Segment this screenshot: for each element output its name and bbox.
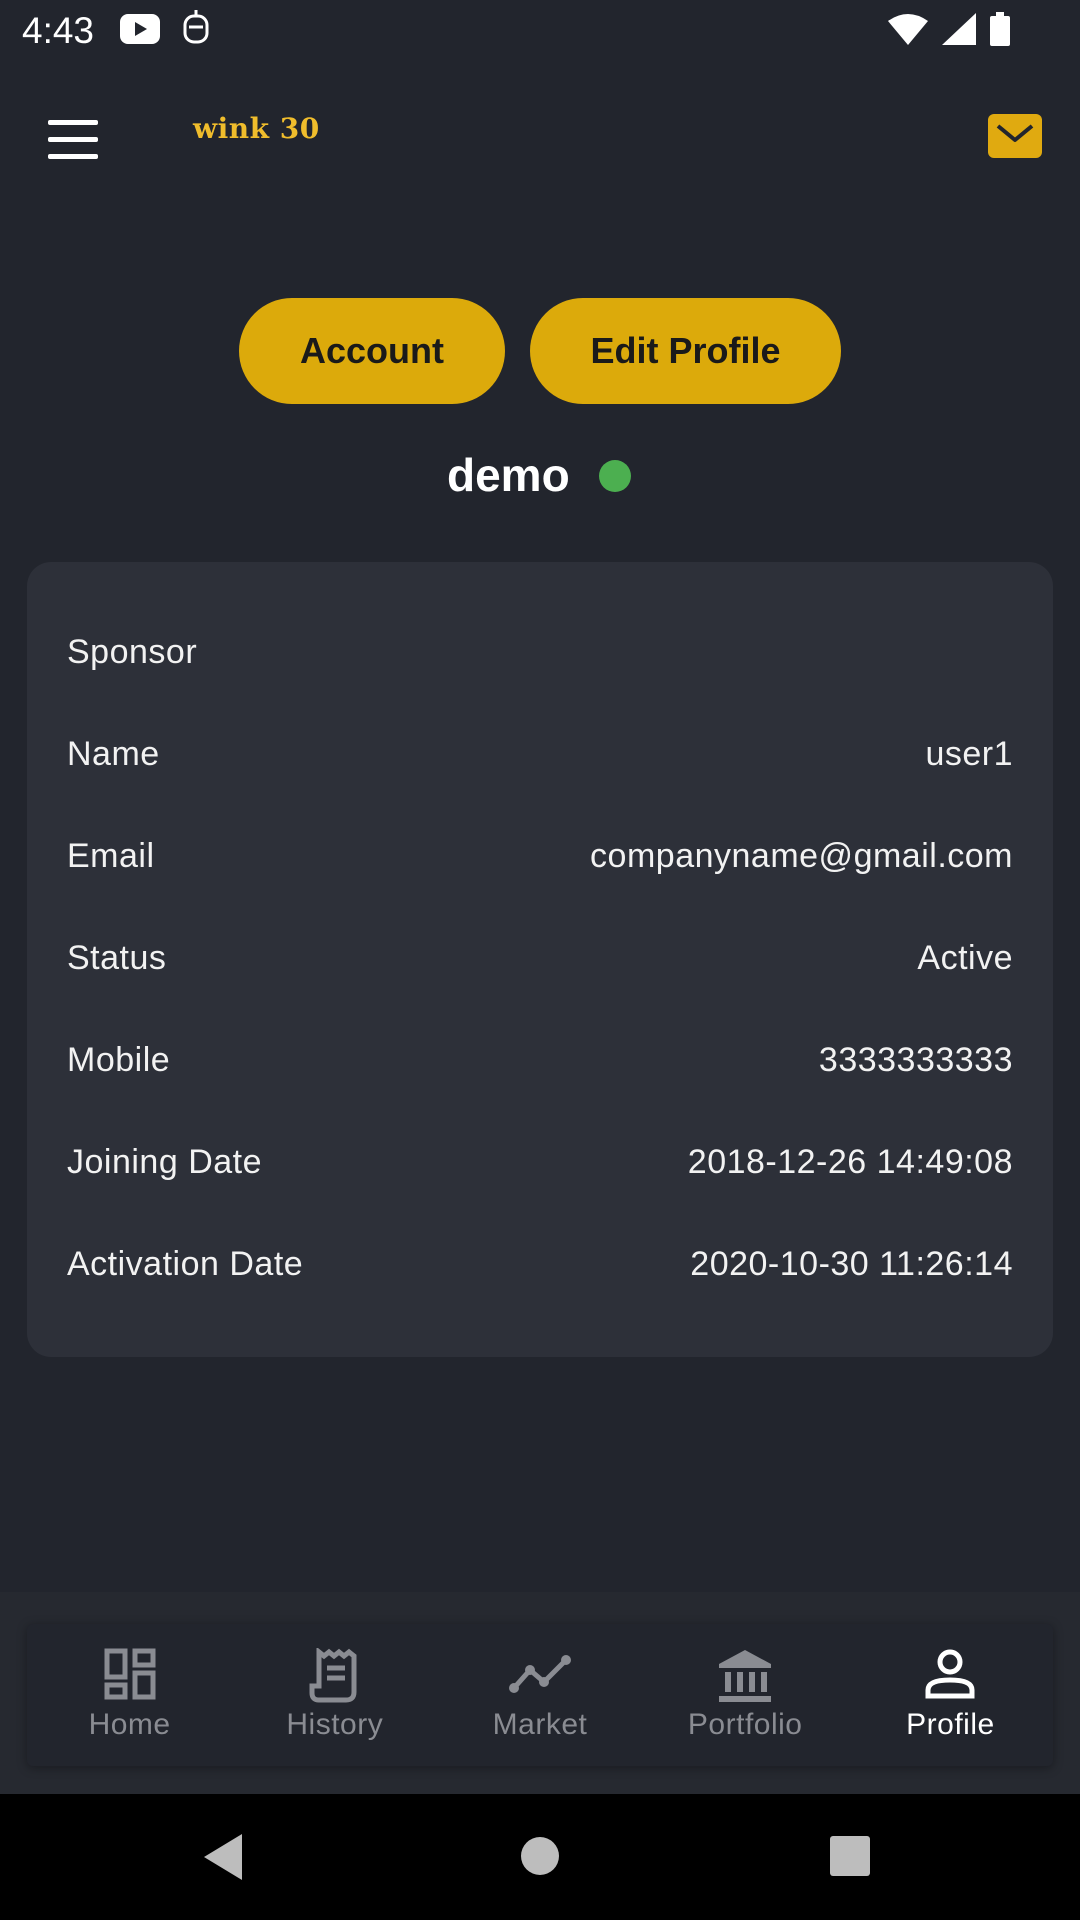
detail-value: Active <box>917 938 1013 977</box>
nav-item-portfolio[interactable]: Portfolio <box>643 1624 848 1766</box>
bank-icon <box>719 1650 772 1702</box>
detail-label: Status <box>67 938 167 977</box>
nav-label: Portfolio <box>687 1708 803 1741</box>
battery-icon <box>990 12 1010 46</box>
home-icon[interactable] <box>520 1836 560 1876</box>
detail-label: Sponsor <box>67 632 198 671</box>
detail-row-mobile: Mobile 3333333333 <box>67 1030 1013 1090</box>
detail-label: Email <box>67 836 155 875</box>
detail-label: Mobile <box>67 1040 171 1079</box>
bottom-nav: Home History Market Portfolio Profile <box>27 1624 1053 1766</box>
recents-icon[interactable] <box>830 1836 870 1876</box>
receipt-icon <box>309 1648 357 1703</box>
nav-item-home[interactable]: Home <box>27 1624 232 1766</box>
edit-profile-button[interactable]: Edit Profile <box>530 298 841 404</box>
nav-item-market[interactable]: Market <box>437 1624 642 1766</box>
online-status-indicator <box>599 460 631 492</box>
nav-item-profile[interactable]: Profile <box>848 1624 1053 1766</box>
app-logo: wink 30 <box>193 112 320 145</box>
detail-value: 2020-10-30 11:26:14 <box>690 1244 1013 1283</box>
youtube-icon <box>120 14 160 49</box>
dashboard-icon <box>104 1648 156 1700</box>
nav-label: Profile <box>906 1708 995 1741</box>
nav-item-history[interactable]: History <box>232 1624 437 1766</box>
nav-label: Market <box>492 1708 588 1741</box>
nav-label: Home <box>88 1708 171 1741</box>
detail-row-activation-date: Activation Date 2020-10-30 11:26:14 <box>67 1234 1013 1294</box>
detail-value: 3333333333 <box>818 1040 1013 1079</box>
status-time: 4:43 <box>22 10 95 51</box>
nav-label: History <box>286 1708 384 1741</box>
system-nav-bar <box>0 1794 1080 1920</box>
username-row: demo <box>0 446 1080 506</box>
status-bar: 4:43 <box>0 0 1080 64</box>
account-button[interactable]: Account <box>239 298 505 404</box>
detail-value: companyname@gmail.com <box>590 836 1013 875</box>
signal-icon <box>942 13 976 45</box>
wifi-icon <box>888 14 928 45</box>
detail-label: Joining Date <box>67 1142 263 1181</box>
profile-details-card: Sponsor Name user1 Email companyname@gma… <box>27 562 1053 1357</box>
menu-icon[interactable] <box>48 120 98 160</box>
profile-actions: Account Edit Profile <box>0 298 1080 404</box>
app-bar: wink 30 <box>0 100 1080 190</box>
back-icon[interactable] <box>204 1834 244 1880</box>
detail-label: Name <box>67 734 160 773</box>
detail-value: 2018-12-26 14:49:08 <box>687 1142 1013 1181</box>
mail-icon[interactable] <box>988 114 1042 158</box>
assistant-icon <box>182 10 210 51</box>
person-icon <box>925 1649 975 1699</box>
detail-row-joining-date: Joining Date 2018-12-26 14:49:08 <box>67 1132 1013 1192</box>
detail-row-email: Email companyname@gmail.com <box>67 826 1013 886</box>
detail-row-name: Name user1 <box>67 724 1013 784</box>
trend-line-icon <box>509 1655 571 1693</box>
status-indicators <box>888 12 1010 46</box>
detail-value: user1 <box>925 734 1013 773</box>
detail-label: Activation Date <box>67 1244 304 1283</box>
detail-row-sponsor: Sponsor <box>67 622 1013 682</box>
username: demo <box>447 449 570 501</box>
detail-row-status: Status Active <box>67 928 1013 988</box>
